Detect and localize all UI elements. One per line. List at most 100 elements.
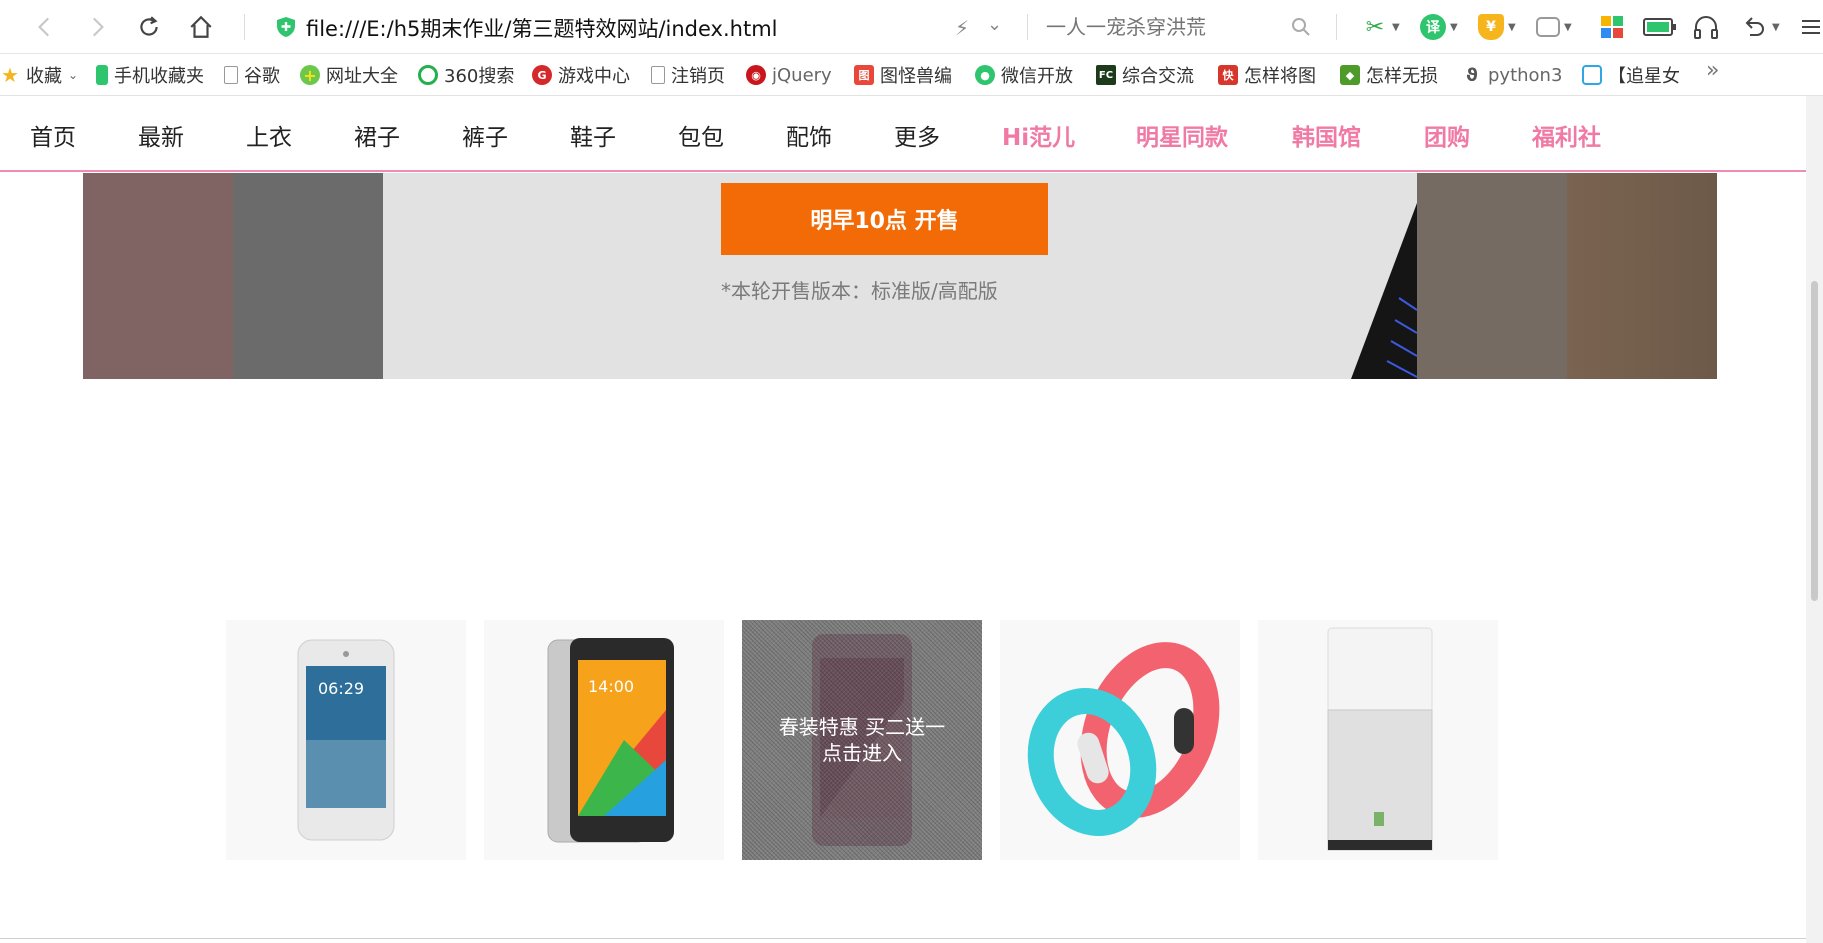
toolbar-separator [1027, 14, 1028, 40]
product-card[interactable] [1258, 620, 1498, 860]
sale-version-note: *本轮开售版本：标准版/高配版 [721, 279, 998, 303]
nav-home[interactable]: 首页 [30, 118, 76, 152]
translate-extension[interactable]: 译 ▼ [1420, 12, 1458, 42]
bookmark-game-center[interactable]: G 游戏中心 [532, 62, 636, 88]
bookmark-lossless-howto[interactable]: ◆ 怎样无损 [1340, 62, 1444, 88]
gamepad-icon [1536, 17, 1560, 37]
secure-shield-icon [277, 17, 295, 37]
apps-extension[interactable] [1600, 12, 1624, 42]
bilibili-icon [1582, 65, 1602, 85]
address-bar[interactable]: file:///E:/h5期末作业/第三题特效网站/index.html [306, 13, 777, 43]
menu-button[interactable] [1800, 12, 1822, 42]
device-edge-graphic [1351, 203, 1417, 379]
wallet-extension[interactable]: ¥ ▼ [1478, 12, 1516, 42]
game-extension[interactable]: ▼ [1536, 12, 1572, 42]
product-card[interactable]: 14:00 [484, 620, 724, 860]
back-button[interactable] [28, 10, 62, 44]
nav-accessories[interactable]: 配饰 [786, 118, 832, 152]
banner-slide-thumb[interactable] [1567, 173, 1717, 379]
band-icon [1027, 642, 1220, 836]
home-button[interactable] [184, 10, 218, 44]
product-card-hover[interactable]: 春装特惠 买二送一 点击进入 [742, 620, 982, 860]
reload-icon [140, 16, 158, 36]
scissors-icon: ✂ [1365, 14, 1385, 40]
bookmark-google[interactable]: 谷歌 [224, 62, 290, 88]
nav-celebrity-style[interactable]: 明星同款 [1136, 118, 1228, 152]
search-360-icon [418, 65, 438, 85]
home-icon [190, 15, 212, 38]
apps-grid-icon [1601, 16, 1623, 38]
nav-welfare-club[interactable]: 福利社 [1532, 118, 1601, 152]
bookmark-image-howto[interactable]: 快 怎样将图 [1218, 62, 1322, 88]
page-icon [224, 66, 238, 84]
bookmark-url-directory[interactable]: + 网址大全 [300, 62, 404, 88]
bookmark-wechat-open[interactable]: ● 微信开放 [975, 62, 1079, 88]
bookmark-360-search[interactable]: 360搜索 [418, 62, 522, 88]
bookmark-mobile[interactable]: 手机收藏夹 [96, 62, 211, 88]
bookmark-tuguaishou[interactable]: 图 图怪兽编 [854, 62, 958, 88]
page-divider [0, 938, 1806, 939]
promo-overlay[interactable]: 春装特惠 买二送一 点击进入 [742, 620, 982, 860]
bookmark-jquery[interactable]: ◉ jQuery [746, 62, 836, 88]
nav-shoes[interactable]: 鞋子 [570, 118, 616, 152]
jquery-icon: ◉ [746, 65, 766, 85]
on-sale-button[interactable]: 明早10点 开售 [721, 183, 1048, 255]
svg-text:14:00: 14:00 [588, 677, 634, 696]
undo-icon [1745, 17, 1764, 36]
menu-icon [1802, 20, 1820, 34]
undo-extension[interactable]: ▼ [1740, 12, 1780, 42]
lightning-icon[interactable]: ⚡ [955, 16, 969, 40]
bookmark-logout[interactable]: 注销页 [651, 62, 735, 88]
plus-circle-icon: + [300, 65, 320, 85]
chevron-down-icon[interactable]: ⌄ [987, 14, 1002, 35]
page-icon [651, 66, 665, 84]
banner-slide-thumb[interactable] [233, 173, 383, 379]
search-icon[interactable] [1290, 16, 1312, 38]
bookmarks-bar: ★ 收藏 ⌄ 手机收藏夹 谷歌 + 网址大全 360搜索 G 游戏中心 注销页 … [0, 54, 1823, 96]
nav-more[interactable]: 更多 [894, 118, 940, 152]
nav-group-buy[interactable]: 团购 [1424, 118, 1470, 152]
chevron-down-icon: ⌄ [68, 68, 79, 82]
promo-banner[interactable]: 明早10点 开售 *本轮开售版本：标准版/高配版 [83, 173, 1717, 379]
wechat-icon: ● [975, 65, 995, 85]
tag-icon: ◆ [1340, 65, 1360, 85]
star-icon: ★ [1, 63, 19, 87]
nav-korea-pavilion[interactable]: 韩国馆 [1292, 118, 1361, 152]
battery-icon [1643, 18, 1676, 36]
back-arrow-icon [38, 17, 50, 37]
fc-icon: FC [1096, 65, 1116, 85]
bookmark-bilibili[interactable]: 【追星女 [1582, 62, 1686, 88]
nav-bags[interactable]: 包包 [678, 118, 724, 152]
dropdown-arrow-icon: ▼ [1392, 21, 1400, 33]
toolbar-separator [244, 14, 245, 40]
headphones-icon [1694, 16, 1718, 39]
product-card[interactable] [1000, 620, 1240, 860]
more-bookmarks-icon[interactable]: » [1706, 58, 1719, 83]
image-icon: 图 [854, 65, 874, 85]
banner-slide-thumb[interactable] [1417, 173, 1567, 379]
product-card[interactable]: 06:29 [226, 620, 466, 860]
scrollbar-thumb[interactable] [1811, 281, 1818, 601]
bookmark-python3[interactable]: ϑ python3 [1462, 62, 1566, 88]
nav-hi-style[interactable]: Hi范儿 [1002, 118, 1075, 152]
bookmark-forum[interactable]: FC 综合交流 [1096, 62, 1200, 88]
bookmark-favorites[interactable]: ★ 收藏 ⌄ [0, 62, 82, 88]
scissors-extension[interactable]: ✂ ▼ [1362, 12, 1400, 42]
translate-icon: 译 [1420, 14, 1446, 40]
audio-extension[interactable] [1692, 12, 1720, 42]
dropdown-arrow-icon: ▼ [1450, 21, 1458, 33]
banner-slide-thumb[interactable] [83, 173, 233, 379]
nav-pants[interactable]: 裤子 [462, 118, 508, 152]
page-scrollbar[interactable] [1806, 96, 1823, 943]
nav-latest[interactable]: 最新 [138, 118, 184, 152]
reload-button[interactable] [132, 10, 166, 44]
battery-extension[interactable] [1643, 12, 1677, 42]
search-input[interactable] [1030, 8, 1320, 46]
nav-tops[interactable]: 上衣 [246, 118, 292, 152]
nav-skirts[interactable]: 裙子 [354, 118, 400, 152]
dropdown-arrow-icon: ▼ [1564, 21, 1572, 33]
overlay-promo-text: 春装特惠 买二送一 [778, 715, 946, 739]
overlay-enter-link[interactable]: 点击进入 [822, 740, 902, 766]
forward-button[interactable] [80, 10, 114, 44]
game-icon: G [532, 65, 552, 85]
